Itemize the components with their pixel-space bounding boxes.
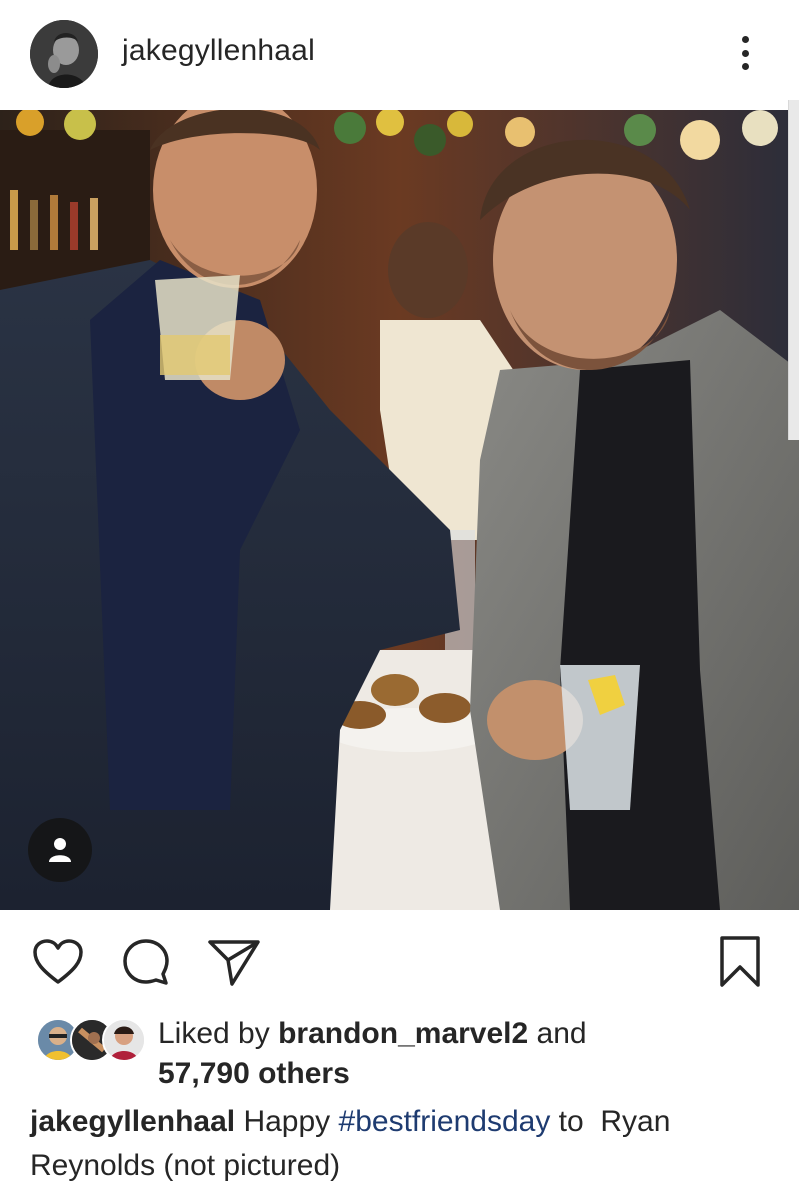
post-caption: jakegyllenhaal Happy #bestfriendsday to … bbox=[30, 1100, 770, 1188]
bookmark-icon[interactable] bbox=[712, 934, 768, 990]
liker-username[interactable]: brandon_marvel2 bbox=[278, 1017, 528, 1050]
heart-icon[interactable] bbox=[30, 934, 86, 990]
more-vertical-icon[interactable] bbox=[728, 30, 762, 76]
person-icon[interactable] bbox=[28, 818, 92, 882]
likes-prefix: Liked by bbox=[158, 1017, 270, 1050]
likes-row[interactable]: Liked by brandon_marvel2 and 57,790 othe… bbox=[0, 1010, 799, 1100]
likes-count[interactable]: 57,790 others bbox=[158, 1054, 350, 1094]
action-bar bbox=[0, 910, 799, 1010]
caption-hashtag[interactable]: #bestfriendsday bbox=[339, 1105, 551, 1138]
post-photo[interactable] bbox=[0, 110, 799, 910]
comment-icon[interactable] bbox=[118, 934, 174, 990]
liker-avatar bbox=[102, 1018, 146, 1062]
post-author-username[interactable]: jakegyllenhaal bbox=[122, 34, 315, 68]
caption-text: Happy bbox=[243, 1105, 331, 1138]
likes-summary: Liked by brandon_marvel2 and bbox=[158, 1014, 587, 1054]
caption-username[interactable]: jakegyllenhaal bbox=[30, 1105, 235, 1138]
post-header: jakegyllenhaal bbox=[0, 0, 799, 110]
likes-conjunction: and bbox=[536, 1017, 587, 1050]
profile-avatar[interactable] bbox=[30, 20, 98, 88]
scrollbar[interactable] bbox=[788, 100, 799, 440]
send-icon[interactable] bbox=[206, 934, 262, 990]
